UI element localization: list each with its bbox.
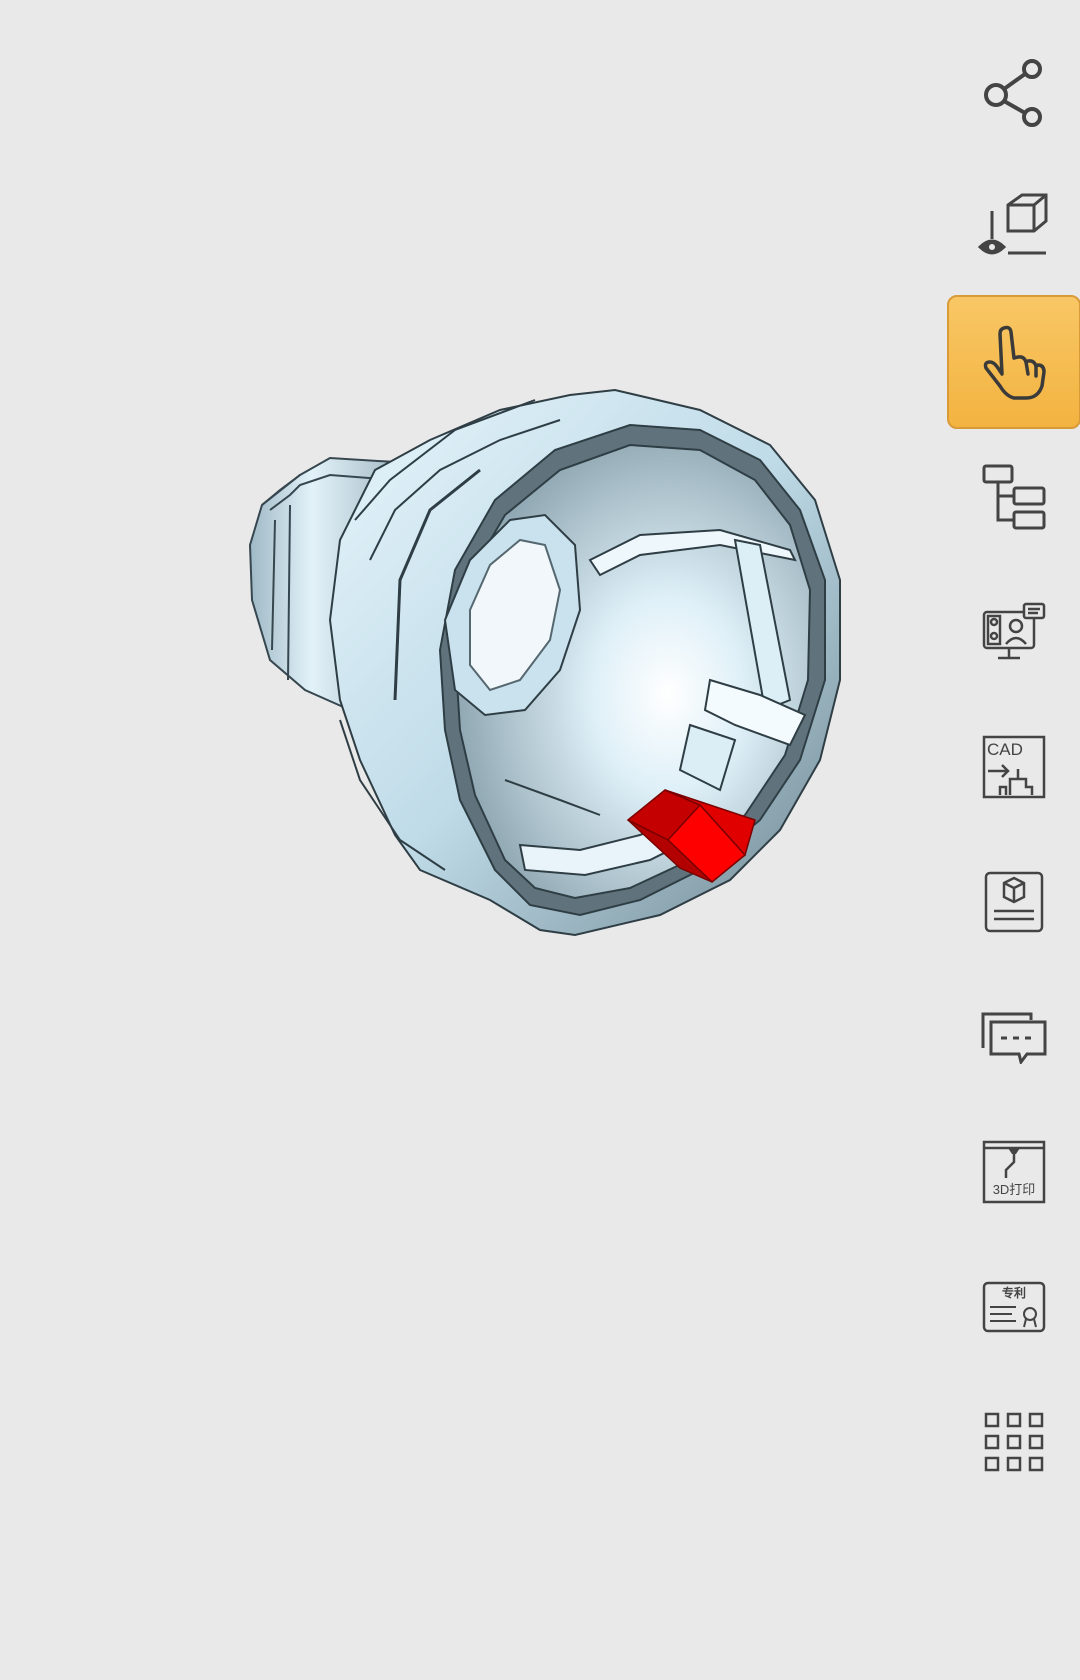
more-apps-button[interactable] [947,1375,1080,1509]
cad-to-drawing-button[interactable]: CAD [947,700,1080,834]
model-tree-button[interactable] [947,430,1080,564]
more-apps-grid-icon [984,1412,1044,1472]
model-document-button[interactable] [947,835,1080,969]
patent-certificate-button[interactable]: 专利 [947,1240,1080,1374]
view-cube-eye-icon [978,193,1048,255]
comments-icon [981,1012,1047,1064]
3d-model-part[interactable] [0,0,920,1000]
share-icon [984,59,1042,127]
model-tree-icon [982,464,1046,530]
3d-viewport[interactable] [0,0,920,1680]
3d-print-icon: 3D打印 [982,1140,1046,1204]
hand-gesture-button[interactable] [947,295,1080,429]
video-meeting-icon [982,602,1046,660]
video-meeting-button[interactable] [947,565,1080,699]
patent-label: 专利 [1002,1285,1026,1300]
right-toolbar: CAD 3D打印 专利 [930,0,1080,1680]
comments-button[interactable] [947,970,1080,1104]
share-button[interactable] [947,25,1080,159]
cad-to-drawing-icon: CAD [982,735,1046,799]
3d-print-button[interactable]: 3D打印 [947,1105,1080,1239]
hand-gesture-icon [983,325,1046,400]
3d-print-label: 3D打印 [993,1182,1036,1197]
cad-label: CAD [987,740,1023,759]
view-mode-button[interactable] [947,160,1080,294]
patent-certificate-icon: 专利 [982,1281,1046,1333]
model-document-icon [984,871,1044,933]
